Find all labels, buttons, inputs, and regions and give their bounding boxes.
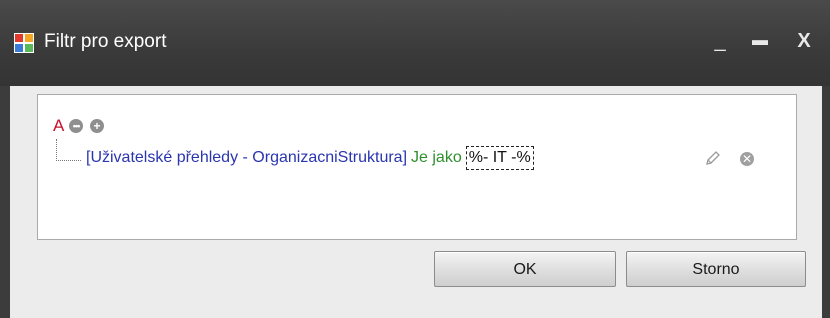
title-bar: Filtr pro export _ ▬ X <box>0 0 830 86</box>
ok-button[interactable]: OK <box>434 251 616 287</box>
filter-editor[interactable]: A ••• + [Uživatelské přehledy - Organiza… <box>37 94 797 240</box>
condition-field[interactable]: [Uživatelské přehledy - OrganizacniStruk… <box>86 149 407 166</box>
filter-condition-row: [Uživatelské přehledy - OrganizacniStruk… <box>86 146 534 170</box>
remove-icon[interactable]: ✕ <box>740 152 754 166</box>
dialog-body: A ••• + [Uživatelské přehledy - Organiza… <box>10 86 822 318</box>
close-button[interactable]: X <box>790 26 818 56</box>
tree-connector <box>56 139 81 161</box>
pencil-icon[interactable] <box>704 149 722 167</box>
window-title: Filtr pro export <box>44 31 167 52</box>
cancel-button[interactable]: Storno <box>626 251 806 287</box>
condition-value[interactable]: %- IT -% <box>465 146 534 170</box>
maximize-button[interactable]: ▬ <box>746 26 774 56</box>
group-operator[interactable]: A <box>53 116 64 136</box>
plus-icon[interactable]: + <box>90 119 104 133</box>
window-app-icon <box>14 33 34 53</box>
dialog-window: Filtr pro export _ ▬ X A ••• + [Uživatel… <box>0 0 830 318</box>
ellipsis-icon[interactable]: ••• <box>69 119 83 133</box>
minimize-button[interactable]: _ <box>706 26 734 56</box>
condition-operator[interactable]: Je jako <box>411 149 462 166</box>
